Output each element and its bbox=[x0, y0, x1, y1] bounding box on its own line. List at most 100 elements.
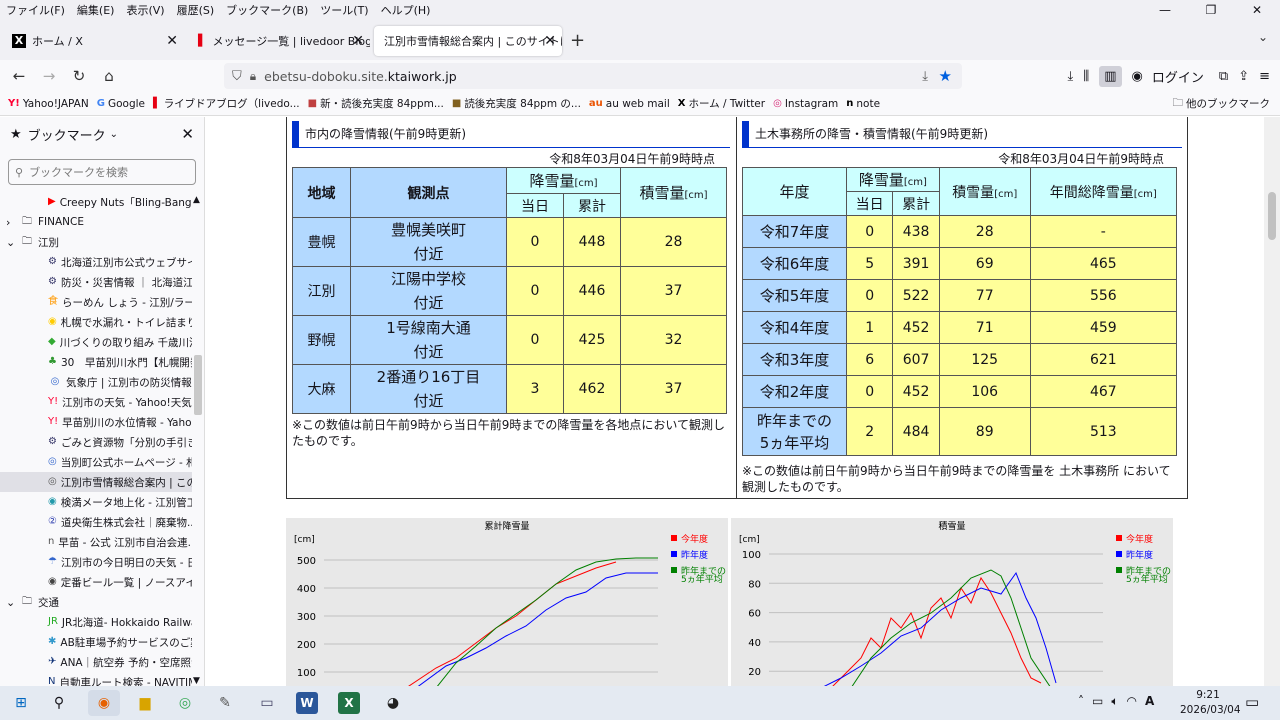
close-window-icon[interactable]: ✕ bbox=[1234, 0, 1280, 20]
sidebar-bookmark-item[interactable]: ⚙北海道江別市公式ウェブサイト bbox=[0, 252, 192, 272]
save-page-icon[interactable]: ⤓ bbox=[922, 69, 928, 84]
chevron-right-icon[interactable]: › bbox=[6, 216, 20, 229]
sidebar-bookmark-item[interactable]: 食らーめん しょう - 江別/ラーメン | ... bbox=[0, 292, 192, 312]
chevron-up-icon[interactable]: ˄ bbox=[1078, 694, 1084, 709]
bookmark-star-icon[interactable]: ★ bbox=[939, 67, 952, 85]
bookmark-item[interactable]: X ホーム / Twitter bbox=[678, 96, 765, 111]
sidebar-bookmark-item[interactable]: ♣30 早苗別川水門【札幌開発... bbox=[0, 352, 192, 372]
tab-ebetsu-snow[interactable]: 江別市雪情報総合案内 | このサイトは... ✕ bbox=[374, 26, 562, 56]
sidebar-bookmark-item[interactable]: ✈ANA｜航空券 予約・空席照会... bbox=[0, 652, 192, 672]
share-icon[interactable]: ⇪ bbox=[1238, 69, 1249, 84]
windows-start-icon[interactable]: ⊞ bbox=[8, 690, 34, 716]
page-scrollbar[interactable] bbox=[1264, 117, 1280, 686]
bookmark-folder[interactable]: ⌄ 🗀 江別 bbox=[0, 232, 192, 252]
sidebar-scrollbar[interactable]: ▲ ▼ bbox=[192, 195, 204, 686]
app-icon[interactable]: ✎ bbox=[212, 690, 238, 716]
sidebar-bookmark-item[interactable]: n 早苗 - 公式 江別市自治会連... bbox=[0, 532, 192, 552]
bookmark-item[interactable]: Y! Yahoo!JAPAN bbox=[8, 96, 89, 111]
minimize-icon[interactable]: — bbox=[1142, 0, 1188, 20]
search-icon[interactable]: ⚲ bbox=[46, 690, 72, 716]
bookmark-item[interactable]: au au web mail bbox=[589, 96, 670, 111]
bookmark-item[interactable]: G Google bbox=[97, 96, 145, 111]
ime-indicator[interactable]: A bbox=[1145, 694, 1154, 709]
sidebar-bookmark-item[interactable]: ◆川づくりの取り組み 千歳川流域... bbox=[0, 332, 192, 352]
forward-icon[interactable]: → bbox=[34, 67, 64, 85]
sidebar-bookmark-item[interactable]: ◎ 気象庁 | 江別市の防災情報 bbox=[0, 372, 192, 392]
tab-livedoor[interactable]: ▌ メッセージ一覧 | livedoor Blog ✕ bbox=[190, 26, 370, 56]
chevron-down-icon[interactable]: ⌄ bbox=[110, 129, 118, 140]
lock-icon[interactable]: 🔒︎ bbox=[250, 69, 256, 84]
chevron-down-icon[interactable]: ⌄ bbox=[6, 236, 20, 249]
close-tab-icon[interactable]: ✕ bbox=[544, 33, 556, 49]
page-scroll-thumb[interactable] bbox=[1268, 192, 1276, 240]
excel-icon[interactable]: X bbox=[338, 692, 360, 714]
list-tabs-icon[interactable]: ⌄ bbox=[1258, 30, 1268, 44]
sidebar-bookmark-item[interactable]: ◎当別町公式ホームページ - 札幌... bbox=[0, 452, 192, 472]
url-text[interactable]: ebetsu-doboku.site.ktaiwork.jp bbox=[264, 69, 457, 84]
menu-edit[interactable]: 編集(E) bbox=[71, 2, 121, 18]
url-bar[interactable]: ⛉ 🔒︎ ebetsu-doboku.site.ktaiwork.jp ⤓ ★ bbox=[224, 63, 962, 89]
bookmark-item[interactable]: n note bbox=[846, 96, 880, 111]
bookmark-item[interactable]: ■ 新・読後充実度 84ppm... bbox=[308, 96, 444, 111]
sidebar-bookmark-item[interactable]: ◉検満メータ地上化 - 江別管工... bbox=[0, 492, 192, 512]
sidebar-bookmark-item[interactable]: Y!早苗別川の水位情報 - Yahoo... bbox=[0, 412, 192, 432]
account-button[interactable]: ◉ ログイン bbox=[1132, 67, 1209, 86]
library-icon[interactable]: ⫼ bbox=[1083, 69, 1089, 84]
menu-tools[interactable]: ツール(T) bbox=[314, 2, 374, 18]
bookmark-item[interactable]: ■ 読後充実度 84ppm の... bbox=[452, 96, 581, 111]
downloads-icon[interactable]: ⤓ bbox=[1068, 69, 1074, 84]
restore-icon[interactable]: ❐ bbox=[1188, 0, 1234, 20]
menu-bookmarks[interactable]: ブックマーク(B) bbox=[220, 2, 314, 18]
scroll-up-icon[interactable]: ▲ bbox=[193, 195, 200, 205]
battery-icon[interactable]: ▭ bbox=[1092, 694, 1103, 709]
notification-icon[interactable]: ▭ bbox=[1245, 693, 1259, 711]
app-icon[interactable]: ▭ bbox=[254, 690, 280, 716]
bookmark-search-input[interactable]: ⚲ ブックマークを検索 bbox=[8, 159, 196, 185]
clock[interactable]: 9:21 2026/03/04 bbox=[1180, 688, 1241, 718]
bookmark-item[interactable]: ◎ Instagram bbox=[773, 96, 838, 111]
chrome-icon[interactable]: ◎ bbox=[172, 690, 198, 716]
menu-help[interactable]: ヘルプ(H) bbox=[375, 2, 437, 18]
back-icon[interactable]: ← bbox=[4, 67, 34, 85]
sidebar-title[interactable]: ブックマーク bbox=[28, 125, 106, 144]
chevron-down-icon[interactable]: ⌄ bbox=[6, 596, 20, 609]
tab-x-home[interactable]: X ホーム / X ✕ bbox=[4, 26, 184, 56]
sidebar-bookmark-item[interactable]: ☂江別市の今日明日の天気 - 日... bbox=[0, 552, 192, 572]
volume-icon[interactable]: 🔈︎ bbox=[1111, 694, 1118, 709]
bookmark-item[interactable]: ▌ ライブドアブログ（livedo... bbox=[153, 96, 300, 111]
sidebar-bookmark-item[interactable]: ◎江別市雪情報総合案内 | この... bbox=[0, 472, 192, 492]
new-tab-icon[interactable]: + bbox=[570, 30, 585, 51]
reload-icon[interactable]: ↻ bbox=[64, 67, 94, 85]
bookmark-folder[interactable]: › 🗀 FINANCE bbox=[0, 212, 192, 232]
menu-history[interactable]: 履歴(S) bbox=[171, 2, 221, 18]
sidebar-bookmark-item[interactable]: ⚙ごみと資源物「分別の手引き」ダ... bbox=[0, 432, 192, 452]
app-menu-icon[interactable]: ≡ bbox=[1259, 69, 1270, 84]
other-bookmarks[interactable]: 🗀 他のブックマーク bbox=[1173, 95, 1271, 113]
home-icon[interactable]: ⌂ bbox=[94, 67, 124, 85]
sidebar-bookmark-item[interactable]: ② 道央衛生株式会社｜廃棄物... bbox=[0, 512, 192, 532]
sidebar-bookmark-item[interactable]: ✱AB駐車場予約サービスのご案内 bbox=[0, 632, 192, 652]
sidebar-bookmark-item[interactable]: ▶Creepy Nuts「Bling-Bang-Bang-Born」 bbox=[0, 192, 192, 212]
file-explorer-icon[interactable]: ▆ bbox=[132, 690, 158, 716]
close-sidebar-icon[interactable]: ✕ bbox=[181, 125, 194, 143]
menu-view[interactable]: 表示(V) bbox=[120, 2, 170, 18]
sidebar-bookmark-item[interactable]: JRJR北海道- Hokkaido Railway... bbox=[0, 612, 192, 632]
sidebar-toggle-icon[interactable]: ▥ bbox=[1099, 65, 1122, 87]
right-date: 令和8年03月04日午前9時時点 bbox=[998, 152, 1164, 166]
shield-icon[interactable]: ⛉ bbox=[232, 69, 242, 84]
close-tab-icon[interactable]: ✕ bbox=[166, 33, 178, 49]
app-icon[interactable]: ◕ bbox=[380, 690, 406, 716]
scroll-down-icon[interactable]: ▼ bbox=[193, 676, 200, 686]
sidebar-bookmark-item[interactable]: Y!江別市の天気 - Yahoo!天気・... bbox=[0, 392, 192, 412]
menu-file[interactable]: ファイル(F) bbox=[0, 2, 71, 18]
close-tab-icon[interactable]: ✕ bbox=[352, 33, 364, 49]
sidebar-bookmark-item[interactable]: ◉定番ビール一覧 | ノースアイランド... bbox=[0, 572, 192, 592]
sidebar-bookmark-item[interactable]: ◉札幌で水漏れ・トイレ詰まりの修... bbox=[0, 312, 192, 332]
firefox-icon[interactable]: ◉ bbox=[88, 690, 120, 716]
bookmark-folder[interactable]: ⌄ 🗀 交通 bbox=[0, 592, 192, 612]
word-icon[interactable]: W bbox=[296, 692, 318, 714]
wifi-icon[interactable]: ◠ bbox=[1127, 694, 1137, 709]
sidebar-bookmark-item[interactable]: ⚙ 防災・災害情報 ｜ 北海道江... bbox=[0, 272, 192, 292]
extensions-icon[interactable]: ⧉ bbox=[1219, 69, 1228, 84]
sidebar-scroll-thumb[interactable] bbox=[194, 355, 202, 415]
